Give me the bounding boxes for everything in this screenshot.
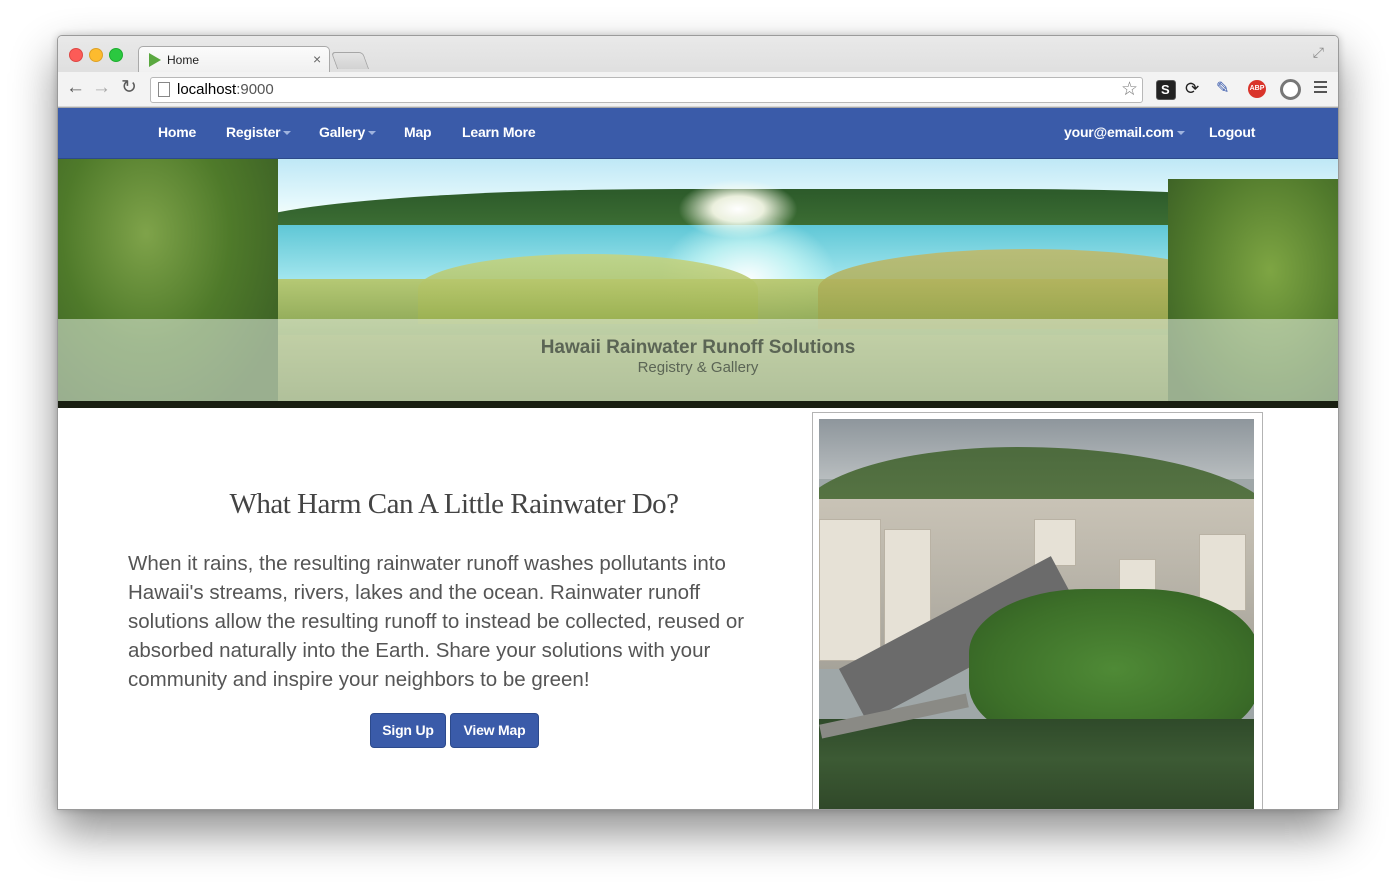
reload-icon[interactable]: ↻ <box>121 77 137 99</box>
hero-subtitle: Registry & Gallery <box>637 359 759 376</box>
tab-close-icon[interactable]: × <box>313 51 321 67</box>
nav-map[interactable]: Map <box>404 124 432 140</box>
caret-down-icon <box>1176 131 1185 136</box>
forward-icon[interactable]: → <box>92 77 111 99</box>
intro-paragraph: When it rains, the resulting rainwater r… <box>128 552 745 691</box>
window-minimize-button[interactable] <box>89 48 103 62</box>
sign-up-button[interactable]: Sign Up <box>370 713 446 748</box>
window-close-button[interactable] <box>69 48 83 62</box>
page-icon <box>158 82 170 97</box>
s-extension-icon[interactable] <box>1156 80 1176 100</box>
web-page: Home Register Gallery Map Learn More you… <box>58 108 1338 809</box>
tab-title: Home <box>167 53 200 67</box>
nav-gallery[interactable]: Gallery <box>319 124 377 140</box>
window-maximize-button[interactable] <box>109 48 123 62</box>
caret-down-icon <box>368 131 377 136</box>
nav-learn-more[interactable]: Learn More <box>462 124 536 140</box>
sync-icon[interactable]: ⟳ <box>1185 80 1203 98</box>
browser-chrome: Home × ⤢ ← → ↻ localhost:9000 ☆ ⟳ ✎ ABP <box>58 36 1338 108</box>
back-icon[interactable]: ← <box>66 77 85 99</box>
browser-toolbar: ← → ↻ localhost:9000 ☆ ⟳ ✎ ABP <box>58 72 1338 106</box>
fullscreen-icon[interactable]: ⤢ <box>1313 44 1324 61</box>
page-heading: What Harm Can A Little Rainwater Do? <box>229 488 679 520</box>
adblock-plus-icon[interactable]: ABP <box>1248 80 1266 98</box>
caret-down-icon <box>283 131 292 136</box>
bookmark-star-icon[interactable]: ☆ <box>1121 78 1138 101</box>
circle-extension-icon[interactable] <box>1280 79 1301 100</box>
nav-register[interactable]: Register <box>226 124 292 140</box>
address-bar[interactable]: localhost:9000 ☆ <box>150 77 1143 103</box>
nav-user-email[interactable]: your@email.com <box>1064 124 1185 140</box>
nav-home[interactable]: Home <box>158 124 196 140</box>
menu-icon[interactable] <box>1314 81 1327 96</box>
city-photo <box>819 419 1254 809</box>
browser-tab[interactable]: Home × <box>138 46 330 73</box>
eyedropper-icon[interactable]: ✎ <box>1216 80 1234 98</box>
site-navbar: Home Register Gallery Map Learn More you… <box>58 108 1338 159</box>
browser-window: Home × ⤢ ← → ↻ localhost:9000 ☆ ⟳ ✎ ABP … <box>57 35 1339 810</box>
main-content: What Harm Can A Little Rainwater Do? Whe… <box>58 408 1338 809</box>
play-favicon-icon <box>149 53 161 67</box>
url-text[interactable]: localhost:9000 <box>177 81 274 98</box>
new-tab-button[interactable] <box>330 52 370 69</box>
nav-logout[interactable]: Logout <box>1209 124 1255 140</box>
hero-banner: Hawaii Rainwater Runoff Solutions Regist… <box>58 159 1338 408</box>
view-map-button[interactable]: View Map <box>450 713 539 748</box>
hero-title: Hawaii Rainwater Runoff Solutions <box>540 337 856 358</box>
city-photo-frame <box>812 412 1263 809</box>
